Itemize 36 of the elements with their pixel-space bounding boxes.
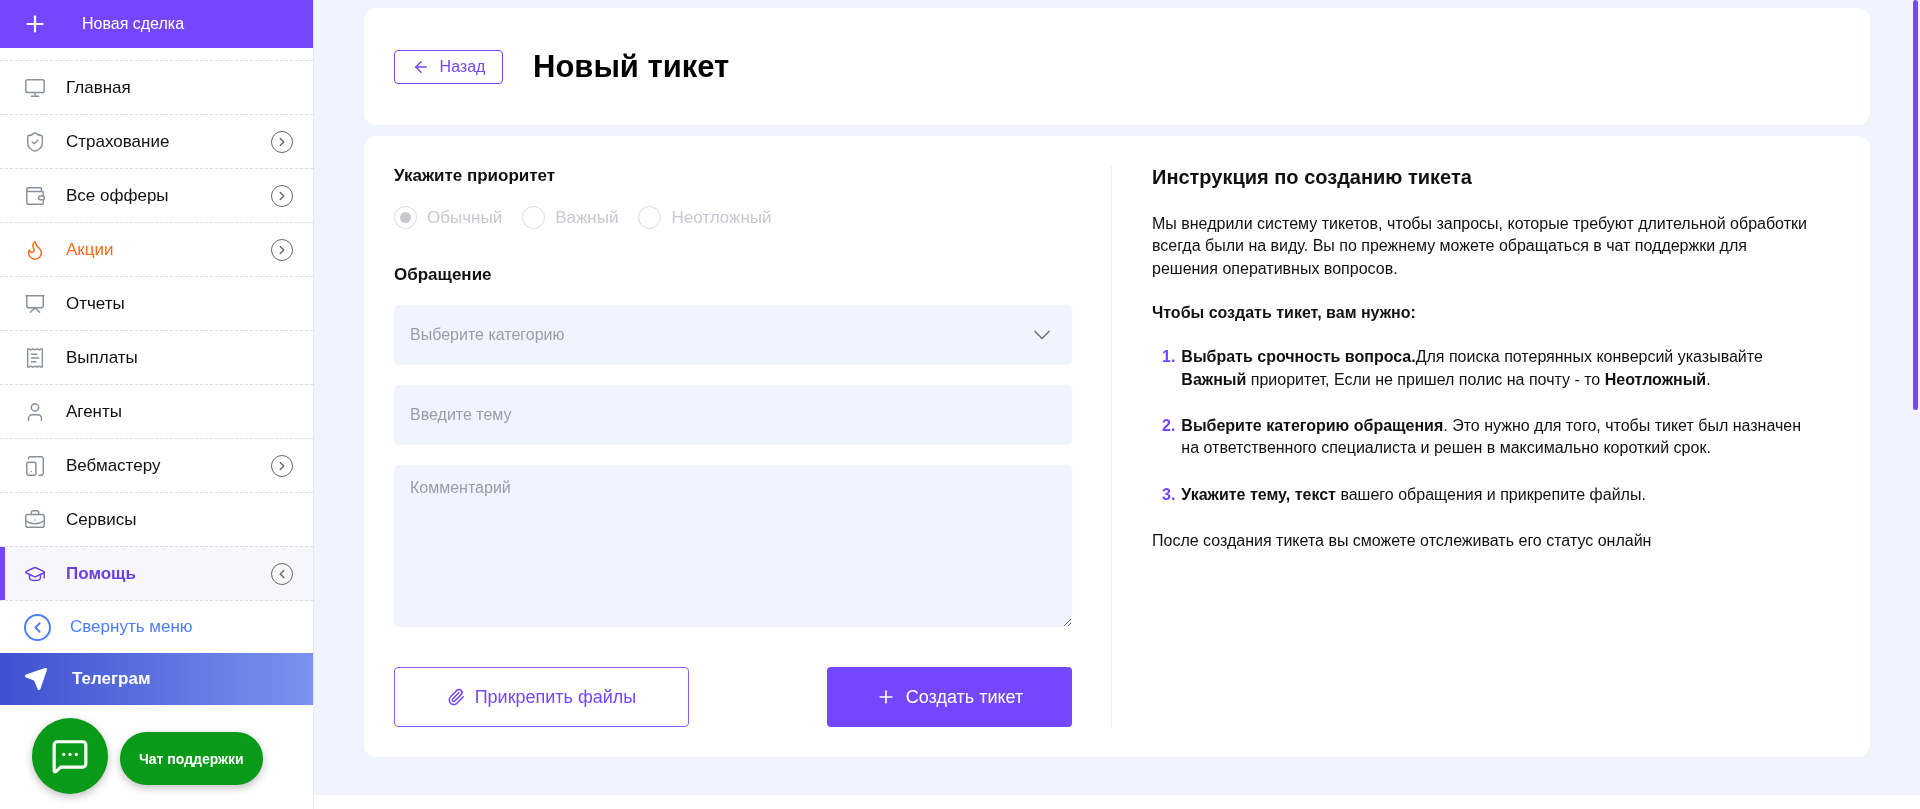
step-number: 1. xyxy=(1162,347,1176,368)
telegram-link[interactable]: Телеграм xyxy=(0,653,313,705)
step-text: Выберите категорию обращения. Это нужно для того, чтобы тикет был назначен на ответственного специалиста и решен в максимально короткий срок. xyxy=(1181,415,1803,459)
intro-text: Мы внедрили систему тикетов, чтобы запросы, которые требуют длительной обработки всегда были на виду. Вы по прежнему можете обращаться в чат поддержки для решения оперативных вопросов. xyxy=(1152,214,1808,279)
tablet-icon xyxy=(24,454,46,477)
presentation-icon xyxy=(24,292,46,315)
outro-text: После создания тикета вы сможете отслеживать его статус онлайн xyxy=(1152,531,1653,552)
paperclip-icon xyxy=(446,688,465,706)
paper-plane-icon xyxy=(24,667,48,691)
attach-files-button[interactable]: Прикрепить файлы xyxy=(394,667,689,727)
subject-field[interactable]: Введите тему xyxy=(394,385,1072,445)
page-title: Новый тикет xyxy=(533,48,730,85)
new-deal-button[interactable]: Новая сделка xyxy=(0,0,313,48)
briefcase-icon xyxy=(24,508,46,531)
receipt-icon xyxy=(24,346,46,369)
step-text: Выбрать срочность вопроса.Для поиска потерянных конверсий указывайте Важный приоритет, Если не пришел полис на почту - то Неотложный. xyxy=(1181,347,1764,390)
support-chat-button[interactable]: Чат поддержки xyxy=(120,732,263,785)
create-ticket-button[interactable]: Создать тикет xyxy=(827,667,1072,727)
monitor-icon xyxy=(24,76,46,99)
priority-label: Укажите приоритет xyxy=(394,166,557,186)
request-label: Обращение xyxy=(394,265,493,285)
chat-button[interactable] xyxy=(32,718,108,794)
scrollbar[interactable] xyxy=(1913,0,1918,410)
step-text: Укажите тему, текст вашего обращения и прикрепите файлы. xyxy=(1181,484,1646,505)
category-select[interactable]: Выберите категорию xyxy=(394,305,1072,365)
step-number: 3. xyxy=(1162,484,1176,505)
chevron-left-icon xyxy=(24,613,51,641)
comment-field[interactable]: Комментарий xyxy=(394,465,1072,627)
step-number: 2. xyxy=(1162,415,1176,436)
wallet-icon xyxy=(24,184,46,207)
shield-icon xyxy=(24,130,46,153)
chat-bubble-icon xyxy=(51,737,89,775)
steps-title: Чтобы создать тикет, вам нужно: xyxy=(1152,304,1417,323)
back-button[interactable]: Назад xyxy=(394,49,503,84)
instructions-title: Инструкция по созданию тикета xyxy=(1152,166,1473,189)
menu-item[interactable]: Помощь xyxy=(0,546,313,600)
